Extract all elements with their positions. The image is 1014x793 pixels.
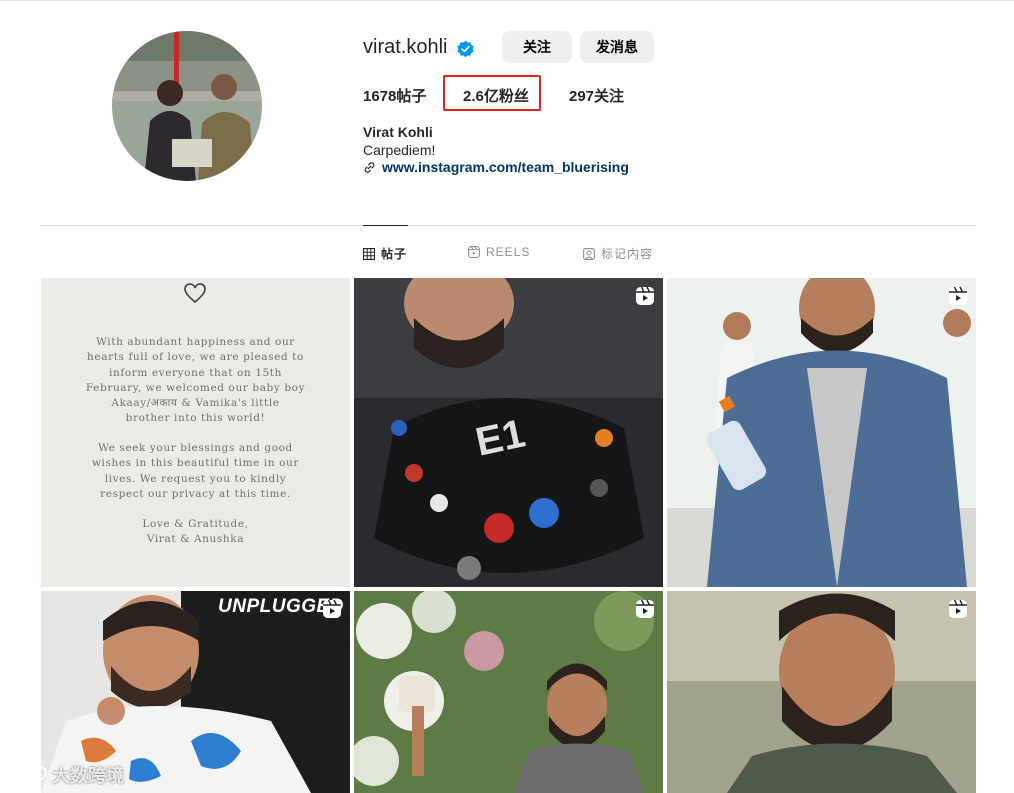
post-photo bbox=[354, 591, 663, 793]
post-tile-portrait-reel[interactable] bbox=[667, 591, 976, 793]
post-tile-garden-reel[interactable] bbox=[354, 591, 663, 793]
top-border bbox=[0, 0, 1014, 1]
profile-bio: Carpediem! bbox=[363, 142, 436, 158]
reel-indicator-icon bbox=[949, 599, 967, 618]
watermark-logo-icon bbox=[9, 766, 47, 785]
active-tab-indicator bbox=[363, 225, 408, 226]
follow-button[interactable]: 关注 bbox=[502, 31, 572, 63]
tab-tagged[interactable]: 标记内容 bbox=[583, 245, 653, 262]
tagged-icon bbox=[583, 247, 595, 260]
tab-reels-label: REELS bbox=[486, 245, 531, 259]
post-photo bbox=[667, 278, 976, 587]
tab-reels[interactable]: REELS bbox=[468, 245, 530, 259]
post-tile-announcement[interactable]: With abundant happiness and our hearts f… bbox=[41, 278, 350, 587]
profile-website-link[interactable]: www.instagram.com/team_bluerising bbox=[382, 159, 629, 175]
watermark: 大数跨境 bbox=[8, 762, 124, 788]
heart-icon bbox=[184, 283, 206, 303]
followers-highlight-box bbox=[443, 75, 541, 111]
reels-icon bbox=[468, 246, 480, 258]
post-tile-denim-reel[interactable] bbox=[667, 278, 976, 587]
profile-username: virat.kohli bbox=[363, 36, 448, 58]
reel-indicator-icon bbox=[323, 599, 341, 618]
post-photo bbox=[667, 591, 976, 793]
tabs-divider bbox=[40, 225, 976, 226]
post-tile-e1-reel[interactable]: E1 bbox=[354, 278, 663, 587]
link-icon bbox=[364, 162, 375, 173]
watermark-text: 大数跨境 bbox=[52, 766, 124, 786]
following-count-text: 297关注 bbox=[569, 88, 625, 105]
announcement-paragraph-1: With abundant happiness and our hearts f… bbox=[85, 336, 306, 425]
tab-posts[interactable]: 帖子 bbox=[363, 245, 407, 262]
reel-indicator-icon bbox=[949, 286, 967, 305]
verified-badge-icon bbox=[457, 40, 474, 58]
posts-count-text: 1678帖子 bbox=[363, 88, 427, 105]
tab-tagged-label: 标记内容 bbox=[601, 247, 654, 261]
message-button[interactable]: 发消息 bbox=[580, 31, 654, 63]
announcement-paragraph-2: We seek your blessings and good wishes i… bbox=[91, 442, 300, 500]
profile-full-name: Virat Kohli bbox=[363, 124, 433, 140]
grid-icon bbox=[363, 247, 375, 260]
tab-posts-label: 帖子 bbox=[381, 247, 408, 261]
announcement-signature: Love & Gratitude, Virat & Anushka bbox=[142, 518, 249, 546]
profile-avatar[interactable] bbox=[112, 31, 262, 181]
announcement-card: With abundant happiness and our hearts f… bbox=[41, 278, 350, 587]
posts-count: 1678帖子 bbox=[363, 85, 426, 106]
reel-indicator-icon bbox=[636, 599, 654, 618]
following-count[interactable]: 297关注 bbox=[569, 85, 624, 106]
avatar-photo bbox=[112, 31, 262, 181]
reel-indicator-icon bbox=[636, 286, 654, 305]
